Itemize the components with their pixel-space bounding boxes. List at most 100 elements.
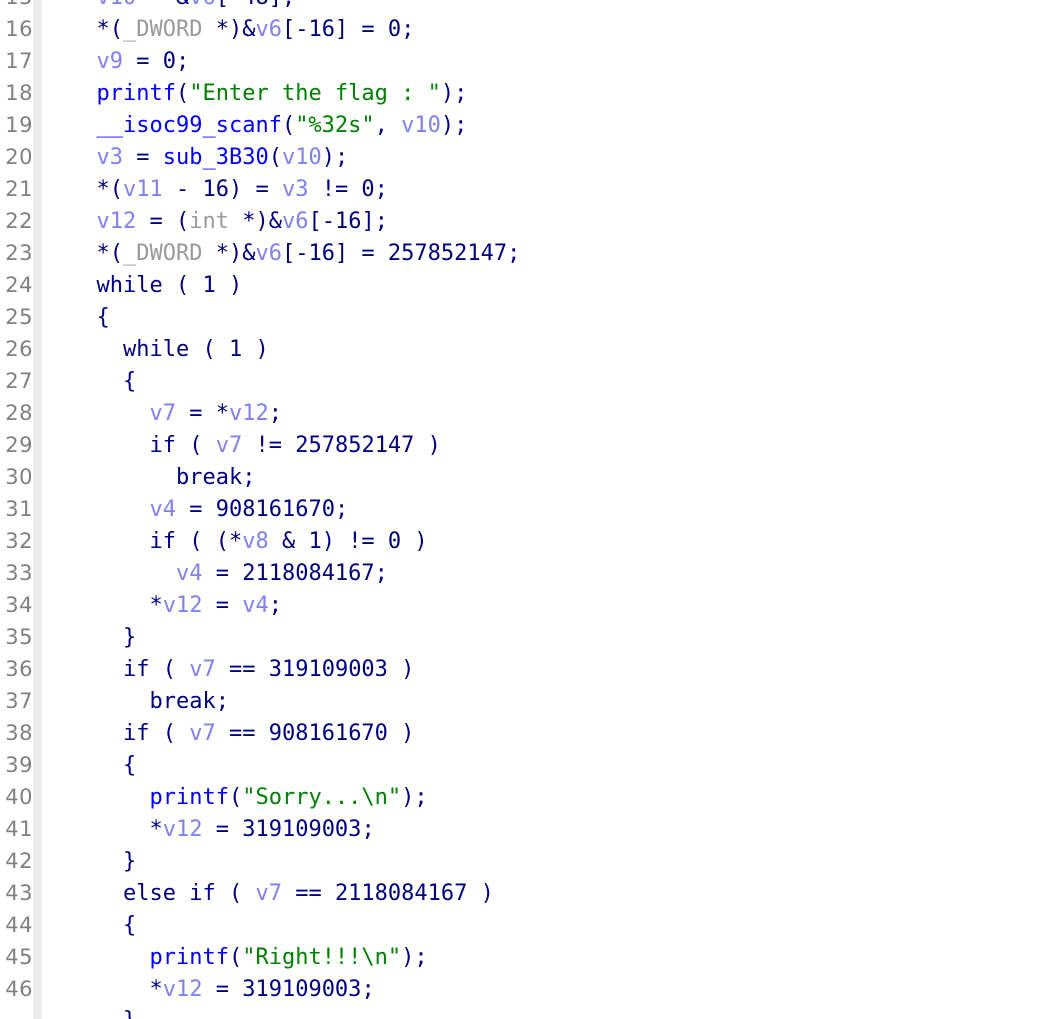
code-line[interactable]: 39 { xyxy=(0,749,1047,781)
token-punct: *( xyxy=(70,241,123,266)
code-line[interactable]: 23 *(_DWORD *)&v6[-16] = 257852147; xyxy=(0,237,1047,269)
code-line[interactable]: 20 v3 = sub_3B30(v10); xyxy=(0,141,1047,173)
token-string: "Enter the flag : " xyxy=(189,81,441,106)
code-line[interactable]: 41 *v12 = 319109003; xyxy=(0,813,1047,845)
token-punct: * xyxy=(70,593,163,618)
code-line[interactable]: 33 v4 = 2118084167; xyxy=(0,557,1047,589)
line-number: 42 xyxy=(5,849,33,873)
code-text[interactable]: v7 = *v12; xyxy=(42,398,281,430)
token-type: _DWORD xyxy=(122,241,203,266)
code-line[interactable]: 44 { xyxy=(0,909,1047,941)
code-line[interactable]: 27 { xyxy=(0,365,1047,397)
code-text[interactable]: if ( (*v8 & 1) != 0 ) xyxy=(42,526,427,558)
code-text[interactable]: v9 = 0; xyxy=(42,46,190,78)
token-punct: *)& xyxy=(202,17,256,42)
token-func: sub_3B30 xyxy=(162,145,269,170)
code-line[interactable]: 30 break; xyxy=(0,461,1047,493)
line-number: 39 xyxy=(5,753,33,777)
code-text[interactable]: { xyxy=(42,750,136,782)
code-line[interactable]: 43 else if ( v7 == 2118084167 ) xyxy=(0,877,1047,909)
code-text[interactable]: if ( v7 != 257852147 ) xyxy=(42,430,440,462)
token-var: v3 xyxy=(281,177,309,202)
code-line[interactable]: 38 if ( v7 == 908161670 ) xyxy=(0,717,1047,749)
code-line[interactable]: 32 if ( (*v8 & 1) != 0 ) xyxy=(0,525,1047,557)
code-line[interactable]: 34 *v12 = v4; xyxy=(0,589,1047,621)
line-number: 40 xyxy=(5,785,33,809)
code-text[interactable]: v12 = (int *)&v6[-16]; xyxy=(42,206,388,238)
code-text[interactable]: if ( v7 == 319109003 ) xyxy=(42,654,414,686)
code-text[interactable]: v10 = &v6[-48]; xyxy=(42,0,296,14)
code-line[interactable]: } xyxy=(0,1005,1047,1019)
token-var: v4 xyxy=(175,561,203,586)
code-text[interactable]: { xyxy=(42,910,136,942)
token-var: v7 xyxy=(215,433,243,458)
code-line[interactable]: 25 { xyxy=(0,301,1047,333)
token-punct: = * xyxy=(175,401,229,426)
code-text[interactable]: printf("Right!!!\n"); xyxy=(42,942,427,974)
code-text[interactable]: v4 = 2118084167; xyxy=(42,558,388,590)
token-punct: ( xyxy=(228,945,243,970)
code-text[interactable]: while ( 1 ) xyxy=(42,270,243,302)
token-punct: = xyxy=(175,497,216,522)
code-text[interactable]: printf("Enter the flag : "); xyxy=(42,78,468,110)
token-punct: [-16] = 0; xyxy=(281,17,415,42)
code-text[interactable]: } xyxy=(42,846,136,878)
code-text[interactable]: v4 = 908161670; xyxy=(42,494,348,526)
code-text[interactable]: *(v11 - 16) = v3 != 0; xyxy=(42,174,387,206)
token-string: "%32s" xyxy=(295,113,375,138)
code-line[interactable]: 18 printf("Enter the flag : "); xyxy=(0,77,1047,109)
code-line[interactable]: 19 __isoc99_scanf("%32s", v10); xyxy=(0,109,1047,141)
token-punct xyxy=(70,657,123,682)
line-number: 20 xyxy=(5,145,33,169)
token-keyword: if xyxy=(149,529,176,554)
code-text[interactable]: __isoc99_scanf("%32s", v10); xyxy=(42,110,468,142)
token-func: printf xyxy=(96,81,176,106)
code-text[interactable]: while ( 1 ) xyxy=(42,334,269,366)
code-text[interactable]: *v12 = 319109003; xyxy=(42,814,374,846)
code-line[interactable]: 45 printf("Right!!!\n"); xyxy=(0,941,1047,973)
code-line[interactable]: 21 *(v11 - 16) = v3 != 0; xyxy=(0,173,1047,205)
code-line[interactable]: 42 } xyxy=(0,845,1047,877)
code-line[interactable]: 46 *v12 = 319109003; xyxy=(0,973,1047,1005)
code-line[interactable]: 40 printf("Sorry...\n"); xyxy=(0,781,1047,813)
token-punct xyxy=(70,721,123,746)
token-punct: = xyxy=(123,145,163,170)
code-text[interactable]: else if ( v7 == 2118084167 ) xyxy=(42,878,494,910)
code-text[interactable]: break; xyxy=(42,686,228,718)
pseudocode-view[interactable]: 15 v10 = &v6[-48];16 *(_DWORD *)&v6[-16]… xyxy=(0,0,1047,1019)
token-keyword: if xyxy=(149,433,176,458)
token-punct xyxy=(70,337,123,362)
code-text[interactable]: *(_DWORD *)&v6[-16] = 257852147; xyxy=(42,238,520,270)
token-func: __isoc99_scanf xyxy=(96,113,282,138)
code-text[interactable]: { xyxy=(42,302,109,334)
code-text[interactable]: *(_DWORD *)&v6[-16] = 0; xyxy=(42,14,414,46)
code-text[interactable]: *v12 = 319109003; xyxy=(42,974,374,1006)
code-text[interactable]: printf("Sorry...\n"); xyxy=(42,782,427,814)
code-line[interactable]: 36 if ( v7 == 319109003 ) xyxy=(0,653,1047,685)
code-text[interactable]: v3 = sub_3B30(v10); xyxy=(42,142,349,174)
token-var: v12 xyxy=(162,977,203,1002)
code-line[interactable]: 29 if ( v7 != 257852147 ) xyxy=(0,429,1047,461)
code-line[interactable]: 26 while ( 1 ) xyxy=(0,333,1047,365)
code-line[interactable]: 22 v12 = (int *)&v6[-16]; xyxy=(0,205,1047,237)
code-line[interactable]: 28 v7 = *v12; xyxy=(0,397,1047,429)
code-line[interactable]: 17 v9 = 0; xyxy=(0,45,1047,77)
code-line[interactable]: 35 } xyxy=(0,621,1047,653)
code-line[interactable]: 15 v10 = &v6[-48]; xyxy=(0,0,1047,13)
code-text[interactable]: } xyxy=(42,1005,136,1019)
token-punct: ); xyxy=(440,113,468,138)
code-text[interactable]: if ( v7 == 908161670 ) xyxy=(42,718,414,750)
token-number: 908161670 xyxy=(268,721,388,746)
code-text[interactable]: *v12 = v4; xyxy=(42,590,282,622)
token-punct: ( xyxy=(175,433,216,458)
token-var: v11 xyxy=(122,177,163,202)
code-line[interactable]: 31 v4 = 908161670; xyxy=(0,493,1047,525)
line-number: 24 xyxy=(5,273,33,297)
code-line[interactable]: 37 break; xyxy=(0,685,1047,717)
code-text[interactable]: { xyxy=(42,366,136,398)
code-text[interactable]: } xyxy=(42,622,136,654)
code-line[interactable]: 16 *(_DWORD *)&v6[-16] = 0; xyxy=(0,13,1047,45)
token-number: 908161670 xyxy=(215,497,335,522)
code-line[interactable]: 24 while ( 1 ) xyxy=(0,269,1047,301)
code-text[interactable]: break; xyxy=(42,462,255,494)
